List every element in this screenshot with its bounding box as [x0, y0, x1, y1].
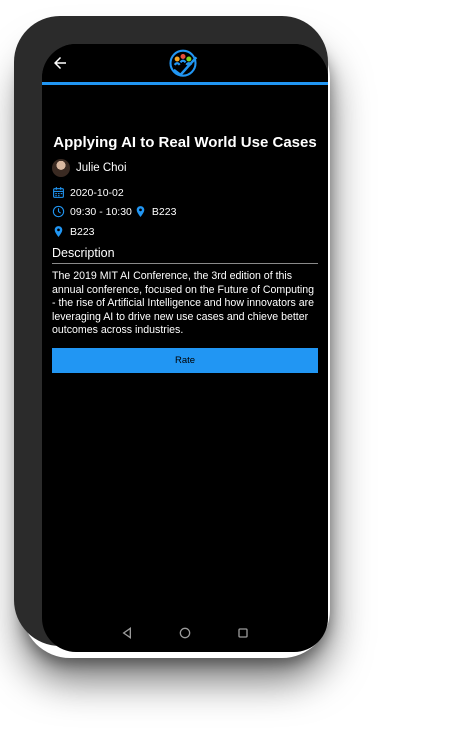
- rate-button[interactable]: Rate: [52, 348, 318, 373]
- calendar-icon: [53, 187, 64, 198]
- location-pin-icon: [136, 206, 145, 217]
- speaker-row[interactable]: Julie Choi: [52, 159, 127, 177]
- location-pin-icon: [54, 226, 63, 237]
- speaker-avatar: [52, 159, 70, 177]
- app-logo-icon: [169, 49, 198, 77]
- event-time: 09:30 - 10:30: [70, 205, 132, 218]
- time-room-row: 09:30 - 10:30 B223: [52, 205, 176, 218]
- triangle-back-icon[interactable]: [119, 625, 135, 641]
- event-location: B223: [70, 225, 95, 238]
- system-nav-bar: [42, 616, 328, 652]
- app-bar: [42, 44, 328, 85]
- divider: [52, 263, 318, 264]
- speaker-name: Julie Choi: [76, 162, 127, 174]
- phone-frame: Applying AI to Real World Use Cases Juli…: [14, 16, 328, 652]
- description-heading: Description: [52, 246, 115, 260]
- event-room: B223: [151, 205, 177, 218]
- app-screen: Applying AI to Real World Use Cases Juli…: [42, 44, 328, 652]
- square-recent-icon[interactable]: [235, 625, 251, 641]
- location-row: B223: [52, 225, 95, 238]
- clock-icon: [52, 205, 65, 218]
- date-row: 2020-10-02: [52, 186, 124, 199]
- event-date: 2020-10-02: [70, 186, 124, 199]
- event-title: Applying AI to Real World Use Cases: [53, 134, 317, 151]
- description-text: The 2019 MIT AI Conference, the 3rd edit…: [52, 270, 315, 337]
- circle-home-icon[interactable]: [177, 625, 193, 641]
- arrow-left-icon[interactable]: [51, 54, 69, 72]
